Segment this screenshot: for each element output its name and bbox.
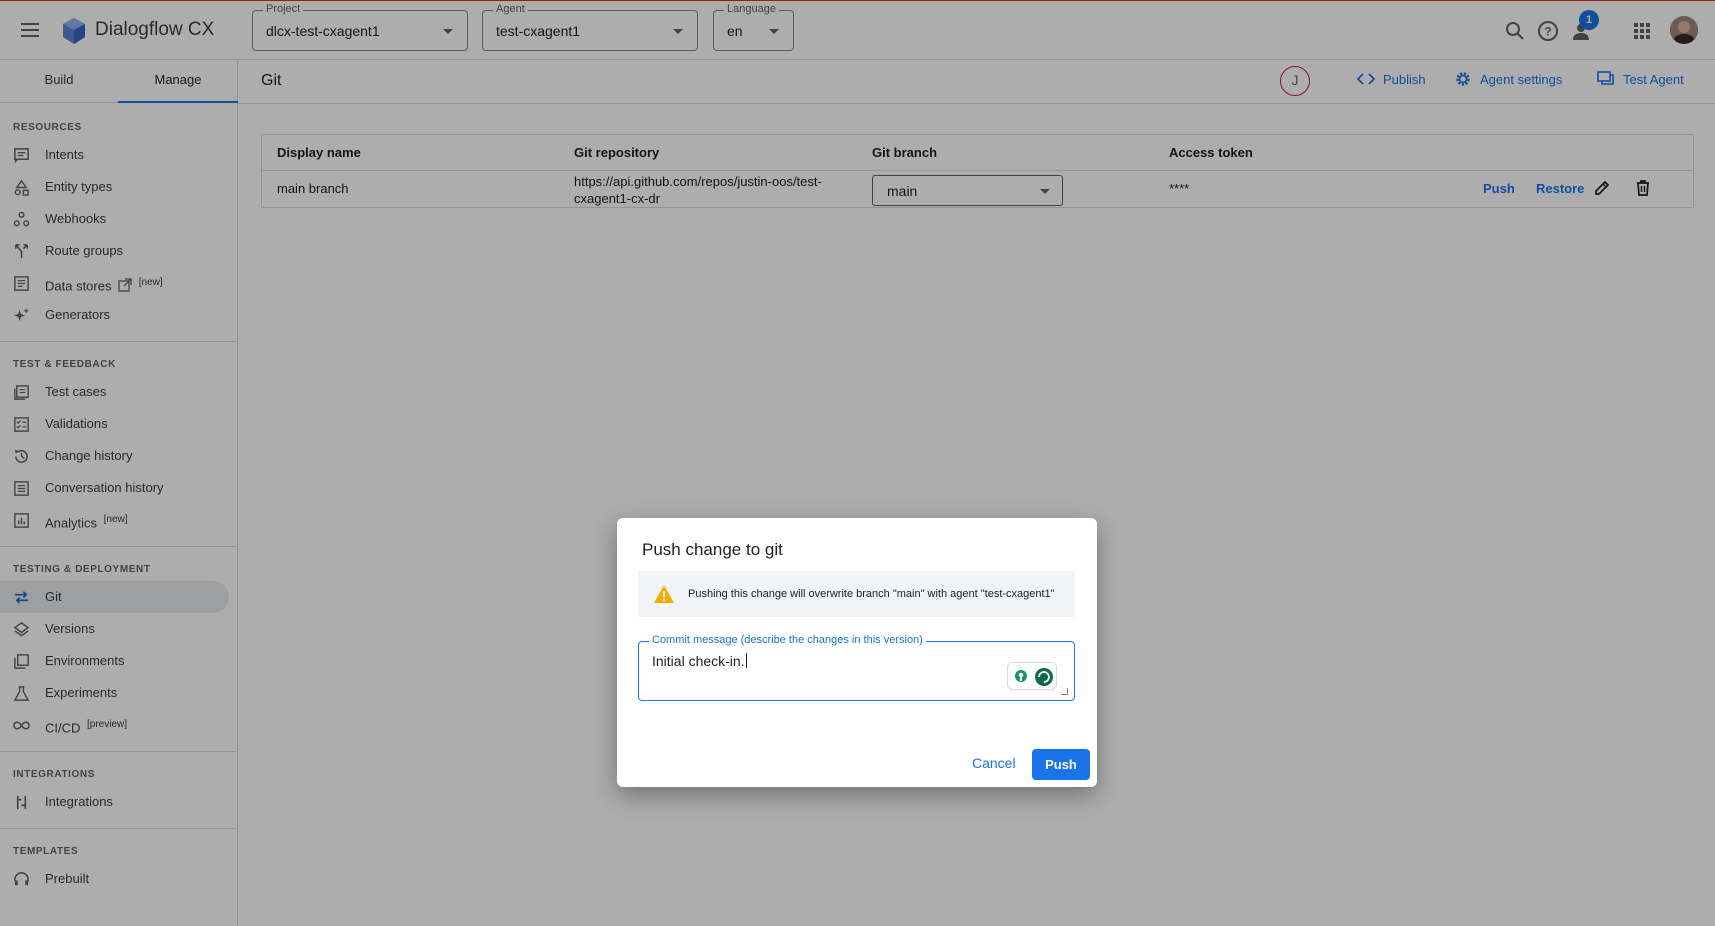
grammar-assistant-icon [1015,668,1053,686]
commit-message-value: Initial check-in. [652,653,745,669]
warning-icon [654,585,674,603]
commit-message-field[interactable]: Commit message (describe the changes in … [638,634,1075,701]
modal-backdrop[interactable] [0,0,1715,926]
push-button[interactable]: Push [1032,749,1090,780]
resize-handle-icon[interactable] [1061,688,1068,695]
dialog-title: Push change to git [642,540,783,559]
warning-banner: Pushing this change will overwrite branc… [638,571,1075,617]
commit-message-label: Commit message (describe the changes in … [649,634,926,646]
grammar-assistant-widget[interactable] [1007,662,1057,690]
push-change-dialog: Push change to git Pushing this change w… [617,518,1097,787]
cancel-button[interactable]: Cancel [972,755,1016,771]
warning-text: Pushing this change will overwrite branc… [688,588,1055,600]
